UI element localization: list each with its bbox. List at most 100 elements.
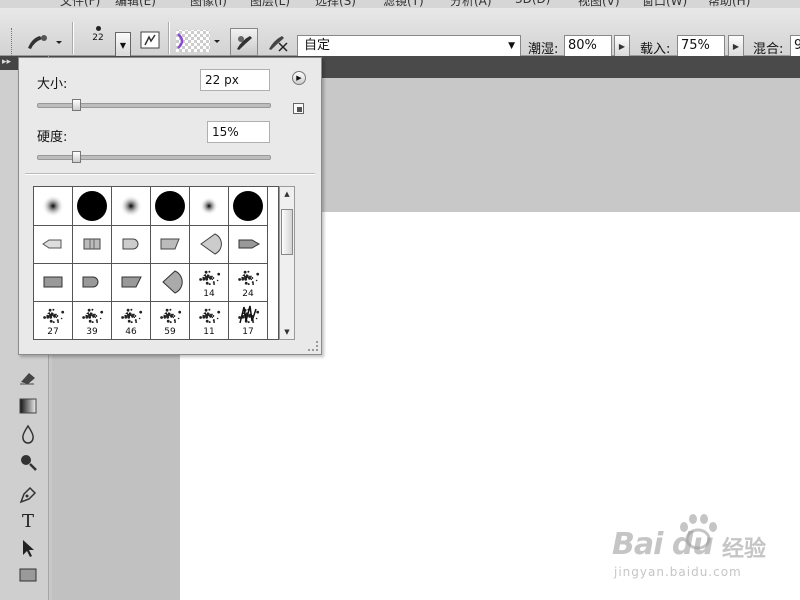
size-input[interactable]: 22 px [200,69,270,91]
brush-preset-cell[interactable] [151,187,190,226]
brush-preset-cell[interactable] [34,187,73,226]
brush-preset-cell[interactable]: 39 [73,301,112,339]
watermark-url: jingyan.baidu.com [614,565,742,579]
brush-preset-size: 24 [242,288,254,299]
brush-preset-cell[interactable]: 27 [34,301,73,339]
menu-bar: 文件(F) 编辑(E) 图像(I) 图层(L) 选择(S) 滤镜(T) 分析(A) 3D(D)… [0,0,800,8]
scroll-down-icon[interactable]: ▼ [280,326,294,338]
load-slider-button[interactable]: ▶ [728,35,744,57]
soft-round-brush-icon [42,195,64,217]
bristle-tip-icon [200,233,222,255]
splatter-brush-icon [160,308,182,323]
type-tool[interactable]: T [17,510,39,532]
splatter-brush-icon [82,308,104,323]
popup-menu-button[interactable]: ▶ [292,71,306,85]
brush-preset-cell[interactable] [34,263,73,302]
menu-item[interactable]: 窗口(W) [642,0,687,8]
brush-dot-icon [95,26,101,31]
rectangle-icon [19,568,37,582]
brush-preset-cell[interactable] [112,263,151,302]
brush-panel-toggle[interactable] [138,28,162,52]
menu-item[interactable]: 图像(I) [190,0,227,8]
eraser-tool[interactable] [17,367,39,389]
brush-preset-cell[interactable]: 46 [112,301,151,339]
load-swatch-icon [176,30,220,52]
preset-scrollbar[interactable]: ▲ ▼ [279,186,295,340]
brush-preset-size: 46 [125,326,137,337]
path-selection-tool[interactable] [17,537,39,559]
brush-preset-size: 27 [47,326,59,337]
menu-item[interactable]: 滤镜(T) [383,0,424,8]
brush-preset-cell[interactable] [112,187,151,226]
hard-round-brush-icon [233,191,263,221]
brush-preset-cell[interactable]: 11 [190,301,229,339]
brush-load-icon [237,36,252,50]
brush-preset-cell[interactable] [34,225,73,264]
current-load-swatch[interactable] [176,28,224,54]
menu-item[interactable]: 选择(S) [315,0,356,8]
size-slider-thumb[interactable] [71,99,81,111]
gradient-tool[interactable] [17,395,39,417]
hard-round-brush-icon [77,191,107,221]
menu-item[interactable]: 帮助(H) [708,0,750,8]
splatter-brush-icon [238,270,260,285]
brush-preset-cell[interactable] [73,225,112,264]
brush-preset-cell[interactable]: 59 [151,301,190,339]
brush-picker-dropdown-button[interactable]: ▼ [115,32,131,58]
new-preset-icon[interactable] [293,103,304,114]
grass-brush-icon [238,305,260,323]
resize-grip[interactable] [308,341,318,351]
clean-brush-after-stroke-button[interactable] [264,30,290,54]
blur-tool[interactable] [17,423,39,445]
brush-preview[interactable]: 22 [84,22,112,54]
wetness-slider-button[interactable]: ▶ [614,35,630,57]
bristle-tip-icon [83,238,101,250]
menu-item[interactable]: 3D(D) [515,0,550,6]
brush-preset-cell[interactable] [229,187,268,226]
hard-round-brush-icon [155,191,185,221]
splatter-brush-icon [43,308,65,323]
blend-combination-select[interactable]: 自定 ▼ [297,35,521,57]
hardness-input[interactable]: 15% [207,121,270,143]
bristle-tip-icon [42,239,62,249]
triangle-down-icon: ▼ [119,40,127,50]
brush-preset-cell[interactable] [151,263,190,302]
menu-item[interactable]: 编辑(E) [115,0,156,8]
triangle-right-icon: ▶ [296,74,302,82]
load-input[interactable]: 75% [677,35,725,57]
scroll-thumb[interactable] [281,209,293,255]
soft-round-brush-icon [200,197,218,215]
wetness-label: 潮湿: [528,42,559,57]
wetness-input[interactable]: 80% [564,35,612,57]
triangle-right-icon: ▶ [618,41,626,51]
type-t-icon: T [21,510,34,532]
bristle-tip-icon [160,238,180,250]
brush-preset-cell[interactable] [73,263,112,302]
menu-item[interactable]: 视图(V) [578,0,620,8]
collapse-icon: ▸▸ [2,57,12,67]
brush-preset-cell[interactable] [190,225,229,264]
brush-preset-cell[interactable] [73,187,112,226]
mix-input[interactable]: 9 [790,35,800,57]
water-drop-icon [22,424,34,444]
scroll-up-icon[interactable]: ▲ [280,188,294,200]
pen-tool[interactable] [17,484,39,506]
brush-preset-cell[interactable]: 14 [190,263,229,302]
brush-preset-cell[interactable] [112,225,151,264]
brush-preset-cell[interactable] [151,225,190,264]
menu-item[interactable]: 图层(L) [250,0,290,8]
hardness-slider-thumb[interactable] [71,151,81,163]
bristle-tip-icon [238,239,261,249]
brush-size-preview: 22 [92,33,104,43]
brush-preset-cell[interactable] [190,187,229,226]
brush-preset-cell[interactable]: 24 [229,263,268,302]
brush-preset-cell[interactable]: 17 [229,301,268,339]
dodge-tool[interactable] [17,451,39,473]
load-brush-after-stroke-button[interactable] [230,28,258,56]
menu-item[interactable]: 分析(A) [450,0,492,8]
bristle-tip-icon [121,276,142,288]
rectangle-tool[interactable] [17,564,39,586]
brush-preset-cell[interactable] [229,225,268,264]
tool-preset-picker[interactable] [24,28,64,56]
menu-item[interactable]: 文件(F) [60,0,100,8]
